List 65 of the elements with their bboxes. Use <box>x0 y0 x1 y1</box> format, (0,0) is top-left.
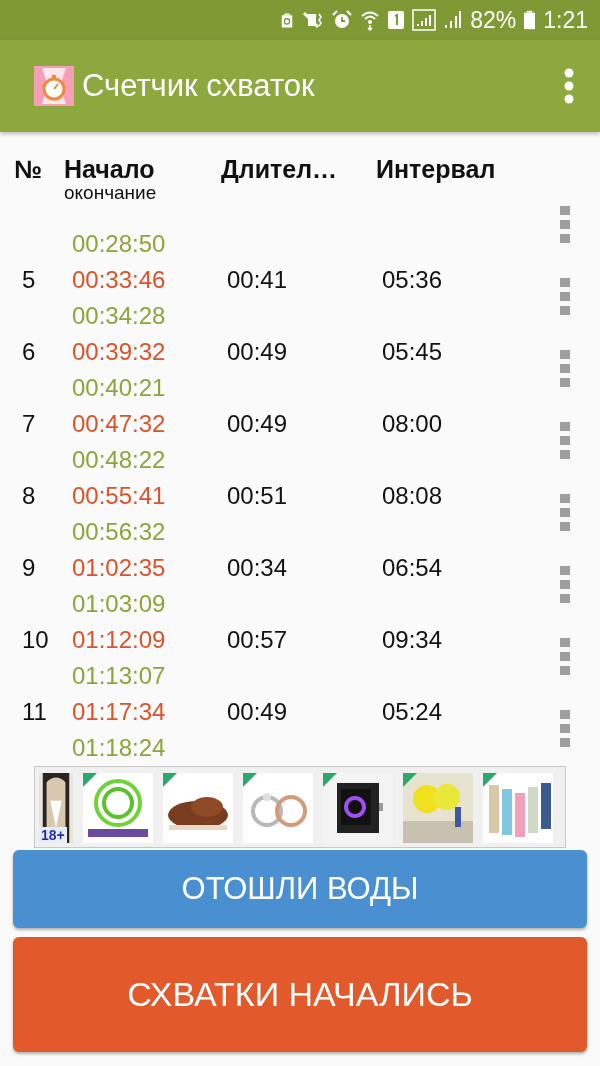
interval-cell: 05:45 <box>382 338 443 365</box>
row-menu-icon[interactable] <box>560 638 570 676</box>
start-time: 00:47:32 <box>72 409 167 439</box>
row-menu-icon[interactable] <box>560 206 570 244</box>
interval-cell: 05:36 <box>382 266 443 293</box>
wifi-icon <box>360 9 381 31</box>
action-button[interactable]: ОТОШЛИ ВОДЫ <box>13 850 587 928</box>
signal-icon <box>444 10 463 30</box>
row-menu-icon[interactable] <box>560 350 570 388</box>
row-number: 9 <box>22 554 36 581</box>
duration-cell: 00:41 <box>227 266 288 293</box>
end-time: 01:18:24 <box>72 733 167 763</box>
duration-cell: 00:57 <box>227 626 288 653</box>
duration-cell: 00:34 <box>227 554 288 581</box>
start-time: 00:33:46 <box>72 265 167 295</box>
battery-saver-icon <box>280 11 295 29</box>
duration-cell: 00:49 <box>227 338 288 365</box>
end-time: 01:13:07 <box>72 661 167 691</box>
signal-icon <box>412 9 437 31</box>
end-time: 00:28:50 <box>72 229 167 259</box>
end-time: 00:56:32 <box>72 517 167 547</box>
column-header: Интервал <box>376 154 497 184</box>
interval-cell: 06:54 <box>382 554 443 581</box>
vibrate-mute-icon <box>302 10 325 30</box>
duration-cell: 00:49 <box>227 410 288 437</box>
duration-cell: 00:51 <box>227 482 288 509</box>
row-menu-icon[interactable] <box>560 566 570 604</box>
row-number: 6 <box>22 338 36 365</box>
interval-cell: 05:24 <box>382 698 443 725</box>
row-number: 8 <box>22 482 36 509</box>
start-time: 01:12:09 <box>72 625 167 655</box>
interval-cell: 08:00 <box>382 410 443 437</box>
row-menu-icon[interactable] <box>560 710 570 748</box>
column-header: Длител… <box>221 154 339 184</box>
row-menu-icon[interactable] <box>560 494 570 532</box>
row-number: 5 <box>22 266 36 293</box>
start-time: 01:17:34 <box>72 697 167 727</box>
row-number: 7 <box>22 410 36 437</box>
end-time: 00:34:28 <box>72 301 167 331</box>
start-time: 00:55:41 <box>72 481 167 511</box>
interval-cell: 08:08 <box>382 482 443 509</box>
alarm-icon <box>332 10 353 30</box>
row-menu-icon[interactable] <box>560 278 570 316</box>
battery-icon <box>524 10 536 30</box>
end-time: 00:48:22 <box>72 445 167 475</box>
column-header: № <box>13 154 43 184</box>
row-menu-icon[interactable] <box>560 422 570 460</box>
stopwatch-logo-icon <box>34 66 74 106</box>
battery-percentage: 82% <box>470 6 517 34</box>
age-badge: 18+ <box>39 827 67 843</box>
row-number: 11 <box>22 698 47 725</box>
duration-cell: 00:49 <box>227 698 288 725</box>
sim-icon <box>388 11 405 29</box>
row-number: 10 <box>22 626 49 653</box>
start-time: 00:39:32 <box>72 337 167 367</box>
more-options-icon[interactable] <box>564 68 574 104</box>
column-header: Начало <box>64 154 156 184</box>
action-button[interactable]: СХВАТКИ НАЧАЛИСЬ <box>13 937 587 1052</box>
interval-cell: 09:34 <box>382 626 443 653</box>
end-time: 01:03:09 <box>72 589 167 619</box>
start-time: 01:02:35 <box>72 553 167 583</box>
app-title: Счетчик схваток <box>82 68 316 104</box>
clock: 1:21 <box>543 6 588 34</box>
ad-banner[interactable]: 18+ <box>34 766 566 848</box>
end-time: 00:40:21 <box>72 373 167 403</box>
